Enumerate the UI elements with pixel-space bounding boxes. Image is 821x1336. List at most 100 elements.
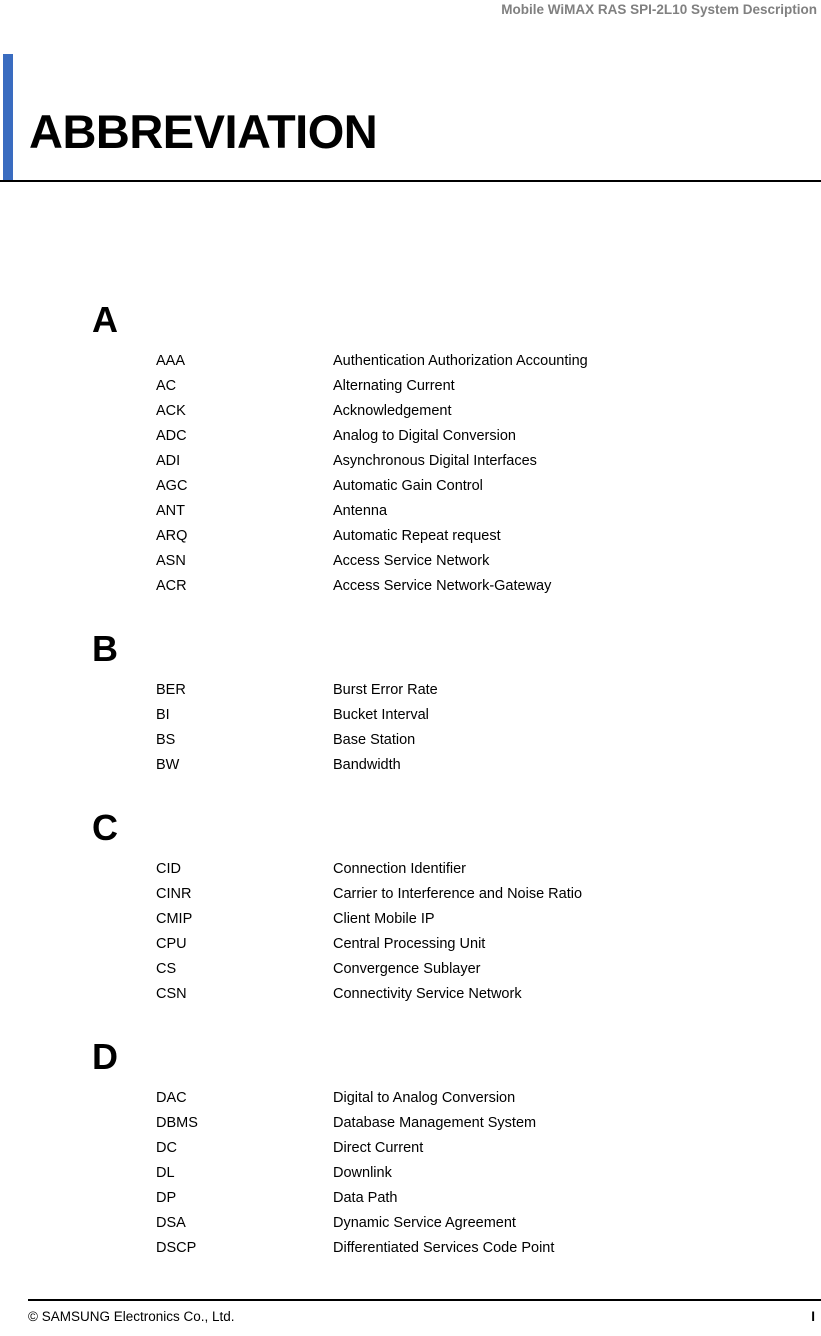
abbreviation-term: DBMS [156,1115,198,1131]
abbreviation-row: DL Downlink [0,1161,821,1186]
abbreviation-definition: Antenna [333,503,388,519]
abbreviation-term: BS [156,732,176,748]
abbreviation-definition: Alternating Current [333,378,455,394]
abbreviation-definition: Asynchronous Digital Interfaces [333,453,537,469]
abbreviation-term: ASN [156,553,186,569]
abbreviation-term: AC [156,378,177,394]
abbreviation-term: CSN [156,986,187,1002]
abbreviation-term: CS [156,961,177,977]
abbreviation-definition: Carrier to Interference and Noise Ratio [333,886,583,902]
abbreviation-row: DSCP Differentiated Services Code Point [0,1236,821,1261]
letter-group: D DAC Digital to Analog Conversion DBMS Data… [0,1037,821,1261]
abbreviation-definition: Bucket Interval [333,707,429,723]
abbreviation-definition: Access Service Network-Gateway [333,578,552,594]
abbreviation-term: DL [156,1165,175,1181]
abbreviation-row: BI Bucket Interval [0,703,821,728]
title-divider [0,180,821,182]
abbreviation-row: ARQ Automatic Repeat request [0,524,821,549]
letter-heading: C [92,807,118,848]
abbreviation-term: CMIP [156,911,193,927]
abbreviation-definition: Connection Identifier [333,861,466,877]
abbreviation-row: BS Base Station [0,728,821,753]
page-footer: © SAMSUNG Electronics Co., Ltd. I [0,1290,821,1336]
copyright-notice: © SAMSUNG Electronics Co., Ltd. [28,1309,235,1324]
abbreviation-term: ADI [156,453,181,469]
abbreviation-term: DP [156,1190,177,1206]
abbreviation-row: CMIP Client Mobile IP [0,907,821,932]
abbreviation-term: BW [156,757,180,773]
abbreviation-list: A AAA Authentication Authorization Account… [0,300,821,1261]
abbreviation-row: CINR Carrier to Interference and Noise Ra… [0,882,821,907]
abbreviation-definition: Convergence Sublayer [333,961,481,977]
abbreviation-term: CINR [156,886,192,902]
abbreviation-row: ASN Access Service Network [0,549,821,574]
abbreviation-term: ANT [156,503,185,519]
abbreviation-row: CPU Central Processing Unit [0,932,821,957]
abbreviation-definition: Digital to Analog Conversion [333,1090,516,1106]
abbreviation-term: DC [156,1140,177,1156]
letter-group: A AAA Authentication Authorization Account… [0,300,821,599]
abbreviation-row: ANT Antenna [0,499,821,524]
abbreviation-row: ADI Asynchronous Digital Interfaces [0,449,821,474]
abbreviation-term: DAC [156,1090,187,1106]
entry-list: AAA Authentication Authorization Accounti… [0,349,821,599]
entry-list: CID Connection Identifier CINR Carrier to I… [0,857,821,1007]
abbreviation-definition: Database Management System [333,1115,537,1131]
abbreviation-row: AGC Automatic Gain Control [0,474,821,499]
entry-list: BER Burst Error Rate BI Bucket Interval BS Ba… [0,678,821,778]
letter-heading: B [92,628,118,669]
letter-group: C CID Connection Identifier CINR Carrier to … [0,808,821,1007]
abbreviation-term: CPU [156,936,187,952]
letter-group: B BER Burst Error Rate BI Bucket Interval BS B… [0,629,821,778]
abbreviation-term: BER [156,682,186,698]
abbreviation-term: ACR [156,578,187,594]
accent-bar [3,54,13,180]
chapter-title-block: ABBREVIATION [0,46,821,182]
abbreviation-term: AGC [156,478,188,494]
abbreviation-row: DP Data Path [0,1186,821,1211]
abbreviation-definition: Client Mobile IP [333,911,435,927]
abbreviation-row: BER Burst Error Rate [0,678,821,703]
abbreviation-row: ACR Access Service Network-Gateway [0,574,821,599]
abbreviation-row: ADC Analog to Digital Conversion [0,424,821,449]
abbreviation-term: AAA [156,353,186,369]
abbreviation-term: CID [156,861,181,877]
abbreviation-row: ACK Acknowledgement [0,399,821,424]
entry-list: DAC Digital to Analog Conversion DBMS Datab… [0,1086,821,1261]
abbreviation-definition: Access Service Network [333,553,490,569]
document-page: Mobile WiMAX RAS SPI-2L10 System Descrip… [0,0,821,1336]
abbreviation-row: CID Connection Identifier [0,857,821,882]
abbreviation-row: CSN Connectivity Service Network [0,982,821,1007]
abbreviation-term: BI [156,707,170,723]
letter-heading: D [92,1036,118,1077]
abbreviation-definition: Differentiated Services Code Point [333,1240,555,1256]
abbreviation-row: CS Convergence Sublayer [0,957,821,982]
abbreviation-definition: Base Station [333,732,416,748]
abbreviation-definition: Automatic Gain Control [333,478,483,494]
page-number: I [811,1309,815,1324]
abbreviation-definition: Bandwidth [333,757,401,773]
abbreviation-term: DSCP [156,1240,197,1256]
abbreviation-term: DSA [156,1215,186,1231]
abbreviation-term: ADC [156,428,187,444]
abbreviation-definition: Direct Current [333,1140,424,1156]
abbreviation-definition: Dynamic Service Agreement [333,1215,516,1231]
abbreviation-definition: Authentication Authorization Accounting [333,353,588,369]
abbreviation-term: ARQ [156,528,188,544]
abbreviation-row: AAA Authentication Authorization Accounti… [0,349,821,374]
abbreviation-definition: Burst Error Rate [333,682,438,698]
abbreviation-definition: Downlink [333,1165,392,1181]
abbreviation-term: ACK [156,403,186,419]
abbreviation-definition: Acknowledgement [333,403,452,419]
abbreviation-definition: Connectivity Service Network [333,986,522,1002]
letter-heading: A [92,299,118,340]
footer-divider [28,1299,821,1301]
abbreviation-definition: Analog to Digital Conversion [333,428,516,444]
abbreviation-definition: Automatic Repeat request [333,528,501,544]
abbreviation-definition: Central Processing Unit [333,936,486,952]
abbreviation-row: DBMS Database Management System [0,1111,821,1136]
abbreviation-row: AC Alternating Current [0,374,821,399]
